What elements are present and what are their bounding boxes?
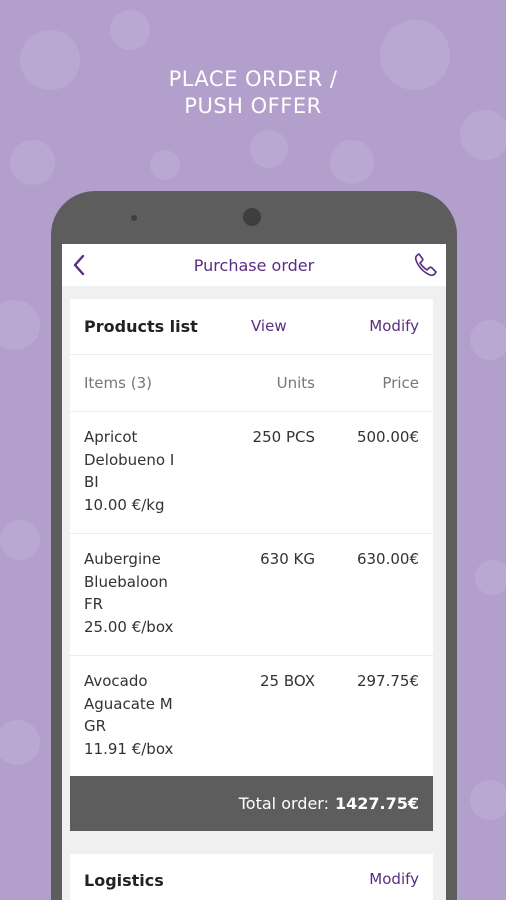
products-column-headers: Items (3) Units Price xyxy=(70,355,433,412)
product-row[interactable]: Aubergine Bluebaloon FR 25.00 €/box 630 … xyxy=(70,534,433,656)
product-name-line: GR xyxy=(84,717,107,735)
products-title: Products list xyxy=(84,317,198,336)
phone-icon[interactable] xyxy=(412,251,440,279)
headline-line-1: PLACE ORDER / xyxy=(168,67,338,91)
product-price: 500.00€ xyxy=(356,428,419,446)
modify-logistics-button[interactable]: Modify xyxy=(369,870,419,888)
product-name: Avocado Aguacate M GR 11.91 €/box xyxy=(84,670,194,760)
total-order-bar: Total order: 1427.75€ xyxy=(70,776,433,831)
phone-camera xyxy=(243,208,261,226)
product-name-line: BI xyxy=(84,473,99,491)
page-title: Purchase order xyxy=(193,255,315,275)
products-card: Products list View Modify Items (3) Unit… xyxy=(70,299,433,778)
logistics-header: Logistics Modify xyxy=(70,854,433,900)
chevron-left-icon[interactable] xyxy=(68,253,92,277)
units-column-header: Units xyxy=(276,374,315,392)
total-label: Total order: xyxy=(238,794,329,813)
phone-screen: Purchase order Products list View Modify… xyxy=(62,244,446,900)
product-name-line: Bluebaloon xyxy=(84,572,168,591)
app-bar: Purchase order xyxy=(62,244,446,286)
product-units: 630 KG xyxy=(260,550,315,568)
phone-sensor xyxy=(131,215,137,221)
phone-frame: Purchase order Products list View Modify… xyxy=(51,191,457,900)
product-name-line: Apricot xyxy=(84,428,138,446)
product-name: Apricot Delobueno I BI 10.00 €/kg xyxy=(84,426,194,516)
logistics-title: Logistics xyxy=(84,870,164,890)
total-value: 1427.75€ xyxy=(334,794,419,813)
modify-products-button[interactable]: Modify xyxy=(369,317,419,335)
product-name-line: Avocado xyxy=(84,672,148,690)
product-name-line: Delobueno I xyxy=(84,450,175,469)
price-column-header: Price xyxy=(382,374,419,392)
product-row[interactable]: Avocado Aguacate M GR 11.91 €/box 25 BOX… xyxy=(70,656,433,778)
product-price: 630.00€ xyxy=(356,550,419,568)
product-name-line: Aubergine xyxy=(84,550,161,568)
product-name: Aubergine Bluebaloon FR 25.00 €/box xyxy=(84,548,194,638)
product-units: 250 PCS xyxy=(252,428,315,446)
headline-line-2: PUSH OFFER xyxy=(184,94,322,118)
items-column-header: Items (3) xyxy=(84,374,152,392)
headline: PLACE ORDER / PUSH OFFER xyxy=(0,66,506,120)
product-unit-price: 25.00 €/box xyxy=(84,617,174,636)
product-unit-price: 11.91 €/box xyxy=(84,739,174,758)
view-button[interactable]: View xyxy=(251,317,287,335)
products-header: Products list View Modify xyxy=(70,299,433,355)
product-name-line: FR xyxy=(84,595,104,613)
product-price: 297.75€ xyxy=(356,672,419,690)
product-name-line: Aguacate M xyxy=(84,694,173,713)
product-units: 25 BOX xyxy=(259,672,315,690)
logistics-card: Logistics Modify xyxy=(70,854,433,900)
product-row[interactable]: Apricot Delobueno I BI 10.00 €/kg 250 PC… xyxy=(70,412,433,534)
product-unit-price: 10.00 €/kg xyxy=(84,495,165,514)
